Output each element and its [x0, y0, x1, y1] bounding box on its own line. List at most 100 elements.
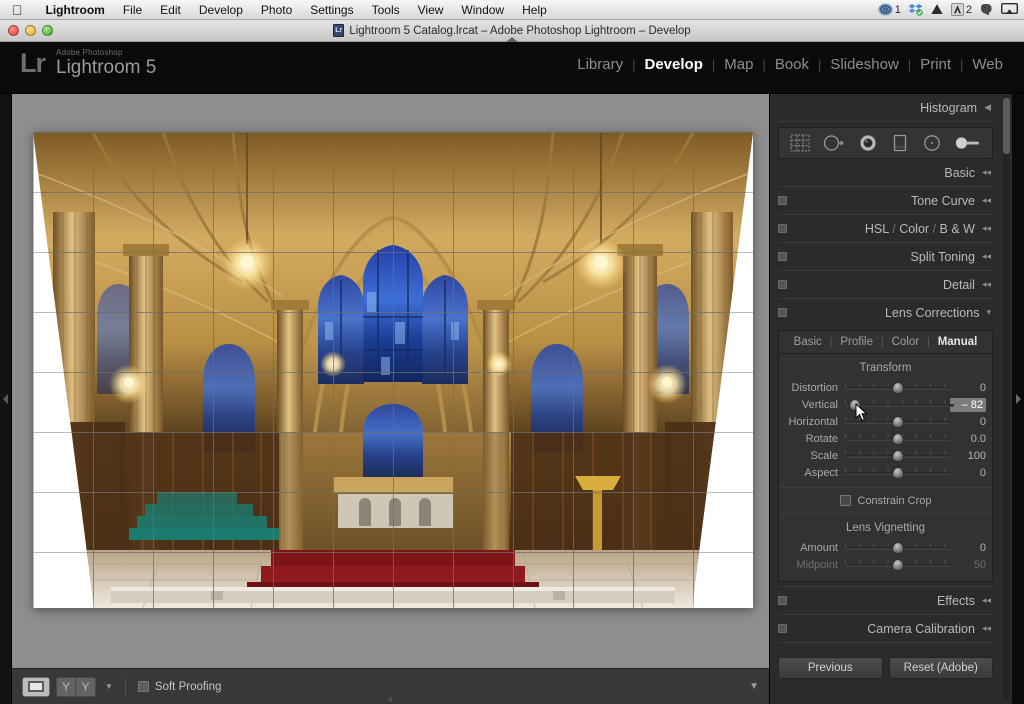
- vignette-amount-label[interactable]: Amount: [779, 542, 845, 554]
- right-panel-toggle[interactable]: [1012, 94, 1024, 704]
- panel-header-camera-calibration[interactable]: Camera Calibration ◂◂: [770, 615, 1001, 642]
- slider-knob[interactable]: [891, 416, 904, 428]
- module-print[interactable]: Print: [911, 56, 960, 73]
- panel-header-detail[interactable]: Detail ◂◂: [770, 271, 1001, 298]
- constrain-crop-row[interactable]: Constrain Crop: [779, 487, 992, 513]
- vignette-amount-value[interactable]: 0: [950, 542, 986, 554]
- module-develop[interactable]: Develop: [636, 56, 712, 73]
- vertical-slider[interactable]: [845, 396, 954, 413]
- evernote-tray-item[interactable]: [979, 3, 994, 16]
- google-drive-tray-item[interactable]: [930, 3, 944, 16]
- corrected-photo[interactable]: [33, 132, 753, 608]
- panel-switch-camera-calibration[interactable]: [778, 624, 787, 633]
- module-book[interactable]: Book: [766, 56, 818, 73]
- panel-header-histogram[interactable]: Histogram ◀: [770, 94, 1001, 121]
- menu-item-tools[interactable]: Tools: [363, 0, 409, 20]
- horizontal-label[interactable]: Horizontal: [779, 416, 845, 428]
- menu-item-develop[interactable]: Develop: [190, 0, 252, 20]
- panel-header-basic[interactable]: Basic ◂◂: [770, 159, 1001, 186]
- module-web[interactable]: Web: [963, 56, 1012, 73]
- distortion-label[interactable]: Distortion: [779, 382, 845, 394]
- filmstrip-nib[interactable]: ▲: [387, 694, 395, 703]
- top-panel-nib[interactable]: [506, 37, 518, 42]
- slider-knob[interactable]: [891, 542, 904, 554]
- minimize-button[interactable]: [25, 25, 36, 36]
- creative-cloud-tray-item[interactable]: 1: [878, 3, 901, 16]
- vertical-value[interactable]: – 82: [950, 397, 986, 412]
- menu-item-window[interactable]: Window: [452, 0, 513, 20]
- collapse-left-icon[interactable]: ◀: [984, 102, 991, 113]
- tab-profile[interactable]: Profile: [832, 336, 881, 348]
- collapse-arrows-icon[interactable]: ◂◂: [982, 623, 991, 634]
- apple-menu-icon[interactable]: : [12, 3, 23, 17]
- vertical-label[interactable]: Vertical: [779, 399, 845, 411]
- menu-item-photo[interactable]: Photo: [252, 0, 301, 20]
- image-canvas[interactable]: [12, 94, 769, 668]
- reset-button[interactable]: Reset (Adobe): [888, 657, 993, 679]
- slider-knob[interactable]: [848, 399, 861, 411]
- bw-label[interactable]: B & W: [940, 222, 975, 236]
- scale-value[interactable]: 100: [950, 450, 986, 462]
- radial-filter-tool[interactable]: [921, 133, 943, 153]
- collapse-arrows-icon[interactable]: ◂◂: [982, 195, 991, 206]
- toolbar-options-dropdown[interactable]: ▼: [749, 681, 759, 692]
- menu-item-view[interactable]: View: [409, 0, 453, 20]
- panel-switch-detail[interactable]: [778, 280, 787, 289]
- slider-knob[interactable]: [891, 559, 904, 571]
- slider-knob[interactable]: [891, 450, 904, 462]
- panel-header-tone-curve[interactable]: Tone Curve ◂◂: [770, 187, 1001, 214]
- scale-slider[interactable]: [845, 447, 950, 464]
- soft-proofing-checkbox[interactable]: [137, 681, 149, 692]
- collapse-arrows-icon[interactable]: ◂◂: [982, 595, 991, 606]
- red-eye-correction-tool[interactable]: [857, 133, 879, 153]
- adjustment-brush-tool[interactable]: [954, 133, 982, 153]
- left-panel-toggle[interactable]: [0, 94, 12, 704]
- panel-switch-split-toning[interactable]: [778, 252, 787, 261]
- module-slideshow[interactable]: Slideshow: [821, 56, 907, 73]
- crop-overlay-tool[interactable]: [789, 133, 811, 153]
- identity-plate[interactable]: Lr Adobe Photoshop Lightroom 5: [20, 49, 156, 78]
- rotate-slider[interactable]: [845, 430, 950, 447]
- menu-item-help[interactable]: Help: [513, 0, 556, 20]
- airplay-tray-item[interactable]: [1001, 3, 1018, 16]
- module-map[interactable]: Map: [715, 56, 762, 73]
- rotate-label[interactable]: Rotate: [779, 433, 845, 445]
- collapse-arrows-icon[interactable]: ◂◂: [982, 223, 991, 234]
- chevron-down-icon[interactable]: ▼: [105, 682, 113, 691]
- spot-removal-tool[interactable]: [822, 133, 846, 153]
- panel-switch-tone-curve[interactable]: [778, 196, 787, 205]
- before-after-right-button[interactable]: Y: [76, 676, 96, 697]
- vignette-amount-slider[interactable]: [845, 539, 950, 556]
- before-after-left-button[interactable]: Y: [56, 676, 76, 697]
- dropbox-tray-item[interactable]: [908, 3, 923, 16]
- zoom-button[interactable]: [42, 25, 53, 36]
- scale-label[interactable]: Scale: [779, 450, 845, 462]
- panel-header-lens-corrections[interactable]: Lens Corrections ▾: [770, 299, 1001, 326]
- distortion-value[interactable]: 0: [950, 382, 986, 394]
- menu-item-lightroom[interactable]: Lightroom: [37, 0, 114, 20]
- hsl-label[interactable]: HSL: [865, 222, 889, 236]
- adobe-tray-item[interactable]: 2: [950, 3, 972, 16]
- right-panel-scrollbar-thumb[interactable]: [1003, 98, 1010, 154]
- tab-basic[interactable]: Basic: [786, 336, 830, 348]
- horizontal-value[interactable]: 0: [950, 416, 986, 428]
- panel-switch-lens-corrections[interactable]: [778, 308, 787, 317]
- color-label[interactable]: Color: [899, 222, 929, 236]
- distortion-slider[interactable]: [845, 379, 950, 396]
- module-library[interactable]: Library: [568, 56, 632, 73]
- panel-switch-effects[interactable]: [778, 596, 787, 605]
- photo-container[interactable]: [33, 132, 753, 608]
- horizontal-slider[interactable]: [845, 413, 950, 430]
- panel-header-effects[interactable]: Effects ◂◂: [770, 587, 1001, 614]
- collapse-arrows-icon[interactable]: ◂◂: [982, 251, 991, 262]
- graduated-filter-tool[interactable]: [890, 133, 910, 153]
- slider-knob[interactable]: [891, 382, 904, 394]
- tab-manual[interactable]: Manual: [930, 336, 986, 348]
- tab-color[interactable]: Color: [884, 336, 927, 348]
- menu-item-edit[interactable]: Edit: [151, 0, 190, 20]
- close-button[interactable]: [8, 25, 19, 36]
- aspect-slider[interactable]: [845, 464, 950, 481]
- panel-header-hsl[interactable]: HSL / Color / B & W ◂◂: [770, 215, 1001, 242]
- collapse-arrows-icon[interactable]: ◂◂: [982, 167, 991, 178]
- rotate-value[interactable]: 0.0: [950, 433, 986, 445]
